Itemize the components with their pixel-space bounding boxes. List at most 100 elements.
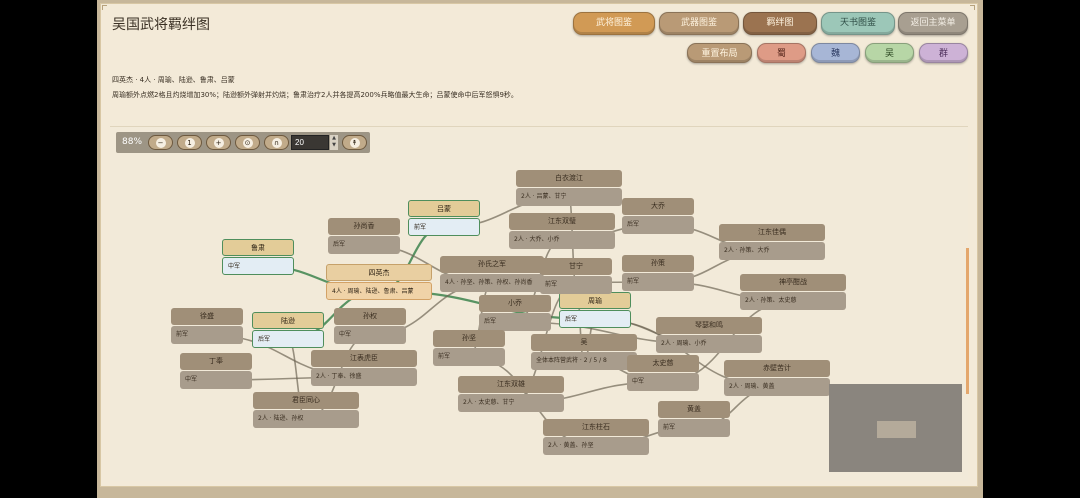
node-detail: 4人 · 周瑜、陆逊、鲁肃、吕蒙 <box>326 282 432 300</box>
zoom-reset-button[interactable]: 1 <box>177 135 202 150</box>
node-title: 白衣渡江 <box>516 170 622 187</box>
node-title: 徐盛 <box>171 308 243 325</box>
node-title: 赤壁苦计 <box>724 360 830 377</box>
node-title: 孙坚 <box>433 330 505 347</box>
node-jiangdongzhushi[interactable]: 江东柱石 2人 · 黄盖、孙坚 <box>543 419 649 455</box>
node-lusu[interactable]: 鲁肃 中军 <box>222 239 294 275</box>
node-title: 四英杰 <box>326 264 432 281</box>
node-title: 江东双雄 <box>458 376 564 393</box>
node-title: 甘宁 <box>540 258 612 275</box>
node-detail: 前军 <box>540 276 612 294</box>
node-title: 大乔 <box>622 198 694 215</box>
node-jiangdongshuanghu[interactable]: 江东双雄 2人 · 太史慈、甘宁 <box>458 376 564 412</box>
node-title: 神亭酣战 <box>740 274 846 291</box>
node-detail: 后军 <box>328 236 400 254</box>
step-input[interactable] <box>291 135 329 150</box>
spin-up-icon: ▲ <box>332 135 336 141</box>
node-sunshangxiang[interactable]: 孙尚香 后军 <box>328 218 400 254</box>
node-dingfeng[interactable]: 丁奉 中军 <box>180 353 252 389</box>
node-jiangdongshuangbi[interactable]: 江东双璧 2人 · 大乔、小乔 <box>509 213 615 249</box>
node-chibi[interactable]: 赤壁苦计 2人 · 周瑜、黄盖 <box>724 360 830 396</box>
node-lumeng[interactable]: 吕蒙 前军 <box>408 200 480 236</box>
node-title: 孙尚香 <box>328 218 400 235</box>
node-shenting[interactable]: 神亭酣战 2人 · 孙策、太史慈 <box>740 274 846 310</box>
node-detail: 2人 · 孙策、太史慈 <box>740 292 846 310</box>
node-detail: 2人 · 丁奉、徐盛 <box>311 368 417 386</box>
center-view-button[interactable]: ∩ <box>264 135 289 150</box>
node-title: 君臣同心 <box>253 392 359 409</box>
node-wu[interactable]: 吴全体本阵营武将 · 2 / 5 / 8 <box>531 334 637 370</box>
node-xusheng[interactable]: 徐盛 前军 <box>171 308 243 344</box>
node-detail: 前军 <box>433 348 505 366</box>
node-xiaoqiao[interactable]: 小乔 后军 <box>479 295 551 331</box>
node-title: 孙氏之军 <box>440 256 544 273</box>
node-siyingjie[interactable]: 四英杰 4人 · 周瑜、陆逊、鲁肃、吕蒙 <box>326 264 432 300</box>
node-detail: 2人 · 周瑜、黄盖 <box>724 378 830 396</box>
node-title: 孙权 <box>334 308 406 325</box>
node-detail: 前军 <box>622 273 694 291</box>
node-title: 陆逊 <box>252 312 324 329</box>
node-title: 小乔 <box>479 295 551 312</box>
node-detail: 中军 <box>222 257 294 275</box>
node-detail: 前军 <box>171 326 243 344</box>
node-ganning[interactable]: 甘宁 前军 <box>540 258 612 294</box>
node-detail: 中军 <box>180 371 252 389</box>
node-detail: 2人 · 孙策、大乔 <box>719 242 825 260</box>
node-taishici[interactable]: 太史慈 中军 <box>627 355 699 391</box>
node-detail: 2人 · 大乔、小乔 <box>509 231 615 249</box>
node-jiangdongjiaoou[interactable]: 江东佳偶 2人 · 孙策、大乔 <box>719 224 825 260</box>
zoom-out-button[interactable]: − <box>148 135 173 150</box>
node-luxun[interactable]: 陆逊 后军 <box>252 312 324 348</box>
plus-icon: + <box>213 138 224 148</box>
node-detail: 2人 · 太史慈、甘宁 <box>458 394 564 412</box>
spin-down-icon: ▼ <box>332 142 336 148</box>
node-detail: 前军 <box>408 218 480 236</box>
node-detail: 2人 · 吕蒙、甘宁 <box>516 188 622 206</box>
node-jiangyouhuchen[interactable]: 江表虎臣 2人 · 丁奉、徐盛 <box>311 350 417 386</box>
step-spinner[interactable]: ▲ ▼ <box>330 135 338 150</box>
node-title: 江东佳偶 <box>719 224 825 241</box>
fit-view-button[interactable]: ⊙ <box>235 135 260 150</box>
node-title: 孙策 <box>622 255 694 272</box>
node-junchentongxin[interactable]: 君臣同心 2人 · 陆逊、孙权 <box>253 392 359 428</box>
node-daqiao[interactable]: 大乔 后军 <box>622 198 694 234</box>
node-detail: 全体本阵营武将 · 2 / 5 / 8 <box>531 352 637 370</box>
node-detail: 2人 · 陆逊、孙权 <box>253 410 359 428</box>
node-detail: 中军 <box>334 326 406 344</box>
node-title: 江东柱石 <box>543 419 649 436</box>
node-sunjian[interactable]: 孙坚 前军 <box>433 330 505 366</box>
node-qinse[interactable]: 琴瑟和鸣 2人 · 周瑜、小乔 <box>656 317 762 353</box>
vertical-scrollbar[interactable] <box>966 248 969 394</box>
pin-icon: ↟ <box>349 138 360 148</box>
node-title: 丁奉 <box>180 353 252 370</box>
node-sunquan[interactable]: 孙权 中军 <box>334 308 406 344</box>
node-title: 太史慈 <box>627 355 699 372</box>
one-icon: 1 <box>184 138 195 148</box>
node-detail: 前军 <box>658 419 730 437</box>
node-title: 吴 <box>531 334 637 351</box>
node-title: 江表虎臣 <box>311 350 417 367</box>
pin-button[interactable]: ↟ <box>342 135 367 150</box>
node-baiyidujiang[interactable]: 白衣渡江 2人 · 吕蒙、甘宁 <box>516 170 622 206</box>
node-title: 周瑜 <box>559 292 631 309</box>
node-huanggai[interactable]: 黄盖 前军 <box>658 401 730 437</box>
center-icon: ∩ <box>271 138 282 148</box>
node-title: 黄盖 <box>658 401 730 418</box>
node-sunce[interactable]: 孙策 前军 <box>622 255 694 291</box>
minimap-viewport[interactable] <box>877 421 916 438</box>
node-title: 江东双璧 <box>509 213 615 230</box>
node-title: 鲁肃 <box>222 239 294 256</box>
node-detail: 2人 · 周瑜、小乔 <box>656 335 762 353</box>
zoom-level: 88% <box>122 137 143 147</box>
node-sunshizhijun[interactable]: 孙氏之军 4人 · 孙坚、孙策、孙权、孙尚香 <box>440 256 544 292</box>
node-title: 吕蒙 <box>408 200 480 217</box>
zoom-in-button[interactable]: + <box>206 135 231 150</box>
node-detail: 后军 <box>559 310 631 328</box>
node-detail: 后军 <box>252 330 324 348</box>
node-detail: 中军 <box>627 373 699 391</box>
minus-icon: − <box>155 138 166 148</box>
fit-icon: ⊙ <box>242 138 253 148</box>
node-title: 琴瑟和鸣 <box>656 317 762 334</box>
node-zhouyu[interactable]: 周瑜 后军 <box>559 292 631 328</box>
node-detail: 2人 · 黄盖、孙坚 <box>543 437 649 455</box>
